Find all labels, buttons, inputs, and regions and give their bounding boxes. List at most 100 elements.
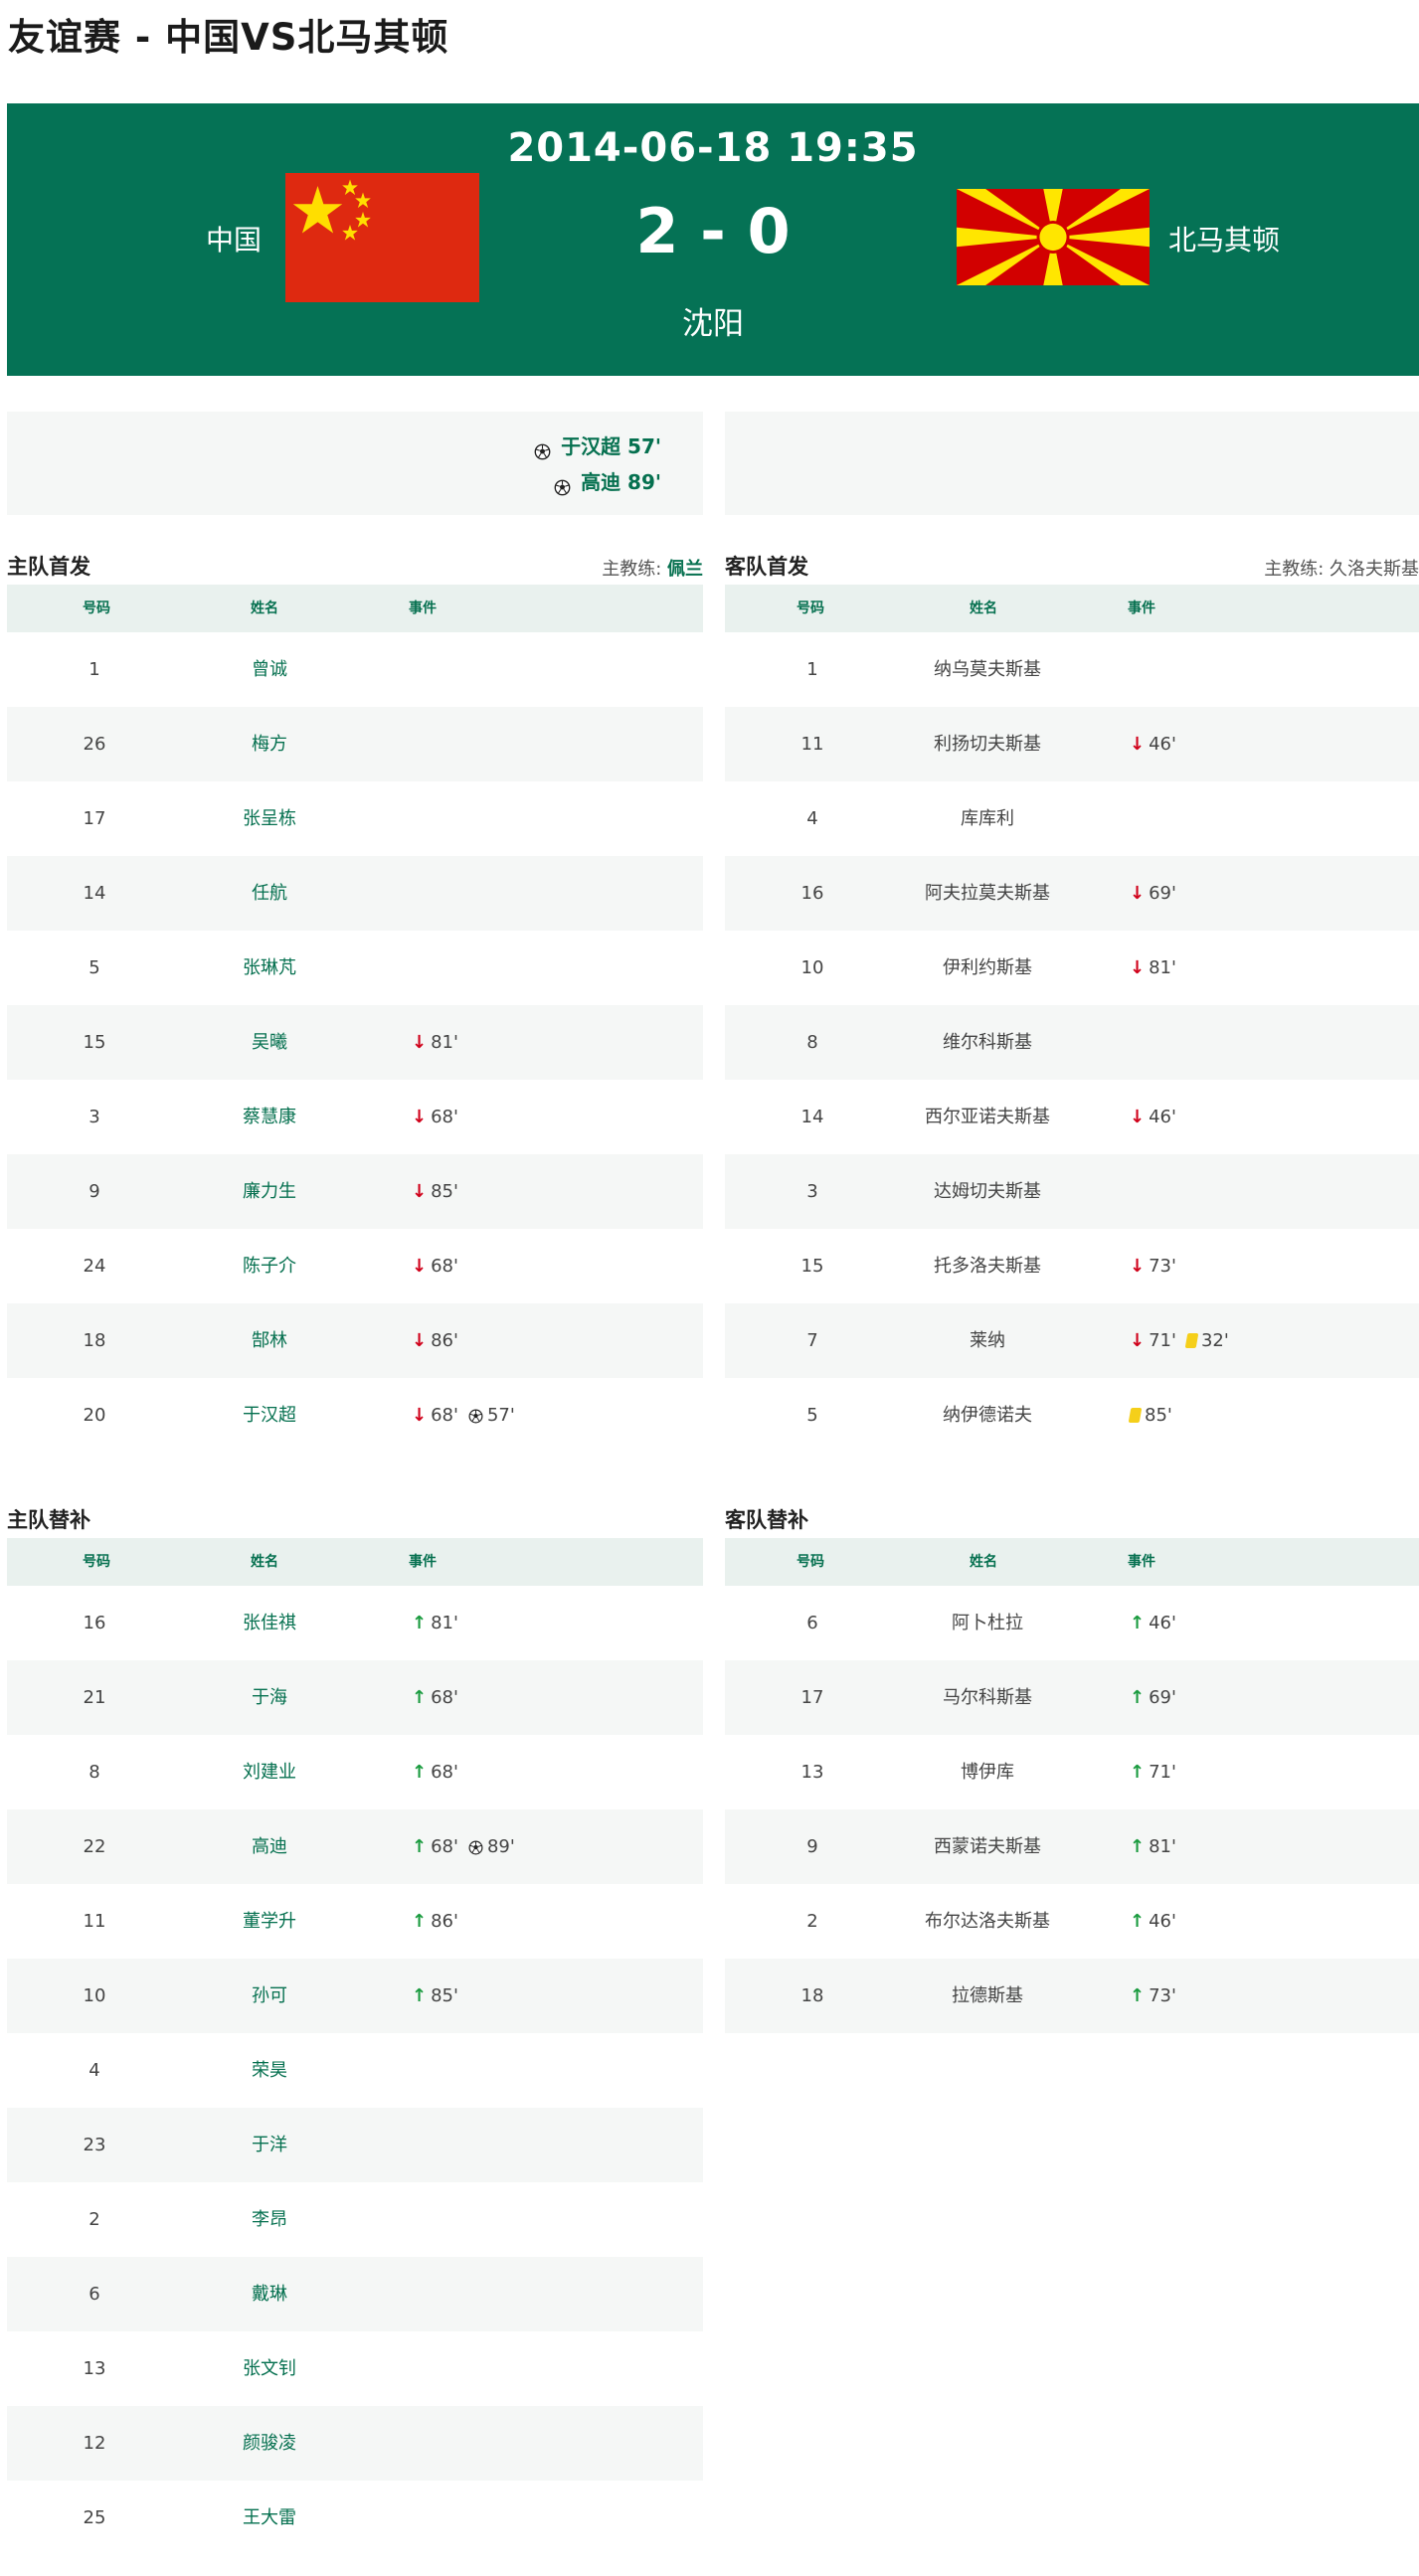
- player-row: 7 莱纳 ↓ 71' 32': [725, 1303, 1419, 1378]
- event-in: ↑ 68': [412, 1836, 458, 1857]
- player-number: 13: [800, 1762, 824, 1783]
- player-name[interactable]: 王大雷: [182, 2481, 357, 2555]
- player-row: 25 王大雷: [7, 2481, 703, 2555]
- player-name[interactable]: 于洋: [182, 2108, 357, 2182]
- sub-out-arrow-icon: ↓: [1130, 1256, 1146, 1277]
- event-in: ↑ 68': [412, 1762, 458, 1783]
- event-goal: 57': [468, 1405, 515, 1426]
- column-header-number: 号码: [83, 1554, 110, 1570]
- player-name[interactable]: 任航: [182, 856, 357, 931]
- table-header: 号码 姓名 事件: [725, 1538, 1419, 1586]
- table-header: 号码 姓名 事件: [7, 585, 703, 632]
- player-name[interactable]: 孙可: [182, 1959, 357, 2033]
- player-events: ↓ 81': [1130, 931, 1180, 1005]
- player-name[interactable]: 于海: [182, 1660, 357, 1735]
- player-number: 3: [806, 1181, 818, 1202]
- player-events: ↓ 46': [1130, 1080, 1180, 1154]
- player-row: 10 伊利约斯基 ↓ 81': [725, 931, 1419, 1005]
- player-name[interactable]: 廉力生: [182, 1154, 357, 1229]
- player-events: ↓ 71' 32': [1130, 1303, 1233, 1378]
- table-header: 号码 姓名 事件: [7, 1538, 703, 1586]
- player-name[interactable]: 戴琳: [182, 2257, 357, 2331]
- goal-scorer[interactable]: 于汉超 57': [561, 431, 661, 461]
- player-events: ↓ 69': [1130, 856, 1180, 931]
- player-name[interactable]: 张佳祺: [182, 1586, 357, 1660]
- player-name[interactable]: 吴曦: [182, 1005, 357, 1080]
- player-name[interactable]: 陈子介: [182, 1229, 357, 1303]
- player-number: 15: [83, 1032, 106, 1053]
- away-team-name[interactable]: 北马其顿: [1168, 219, 1280, 258]
- event-out: ↓ 81': [412, 1032, 458, 1053]
- player-name[interactable]: 曾诚: [182, 632, 357, 707]
- event-minute: 85': [1145, 1405, 1172, 1426]
- player-events: ↓ 68' 57': [412, 1378, 519, 1453]
- event-out: ↓ 71': [1130, 1330, 1176, 1351]
- coach-label: 主教练:: [602, 559, 667, 580]
- player-name[interactable]: 于汉超: [182, 1378, 357, 1453]
- sub-out-arrow-icon: ↓: [1130, 1107, 1146, 1127]
- player-number: 7: [806, 1330, 818, 1351]
- player-name[interactable]: 刘建业: [182, 1735, 357, 1809]
- player-number: 25: [83, 2507, 106, 2528]
- player-name[interactable]: 蔡慧康: [182, 1080, 357, 1154]
- north-macedonia-flag-icon: [957, 189, 1150, 285]
- event-in: ↑ 46': [1130, 1911, 1176, 1932]
- player-number: 18: [83, 1330, 106, 1351]
- event-in: ↑ 69': [1130, 1687, 1176, 1708]
- event-in: ↑ 81': [1130, 1836, 1176, 1857]
- player-row: 24 陈子介 ↓ 68': [7, 1229, 703, 1303]
- coach-name[interactable]: 佩兰: [667, 559, 703, 580]
- player-name[interactable]: 颜骏凌: [182, 2406, 357, 2481]
- event-out: ↓ 46': [1130, 734, 1176, 755]
- player-row: 8 刘建业 ↑ 68': [7, 1735, 703, 1809]
- player-events: ↑ 81': [412, 1586, 462, 1660]
- player-name[interactable]: 李昂: [182, 2182, 357, 2257]
- player-name: 莱纳: [970, 1330, 1005, 1351]
- player-name: 纳乌莫夫斯基: [934, 659, 1041, 680]
- event-minute: 68': [431, 1405, 458, 1426]
- goal-scorer[interactable]: 高迪 89': [581, 467, 661, 497]
- event-minute: 46': [1149, 734, 1176, 755]
- player-row: 23 于洋: [7, 2108, 703, 2182]
- event-out: ↓ 68': [412, 1107, 458, 1127]
- player-name[interactable]: 荣昊: [182, 2033, 357, 2108]
- player-name: 阿卜杜拉: [952, 1613, 1023, 1633]
- player-name[interactable]: 张呈栋: [182, 781, 357, 856]
- player-name: 伊利约斯基: [943, 957, 1032, 978]
- player-name[interactable]: 高迪: [182, 1809, 357, 1884]
- home-coach: 主教练: 佩兰: [602, 555, 703, 581]
- player-row: 9 廉力生 ↓ 85': [7, 1154, 703, 1229]
- sub-in-arrow-icon: ↑: [1130, 1762, 1146, 1783]
- event-minute: 32': [1200, 1330, 1229, 1351]
- player-number: 24: [83, 1256, 106, 1277]
- event-minute: 69': [1149, 883, 1176, 904]
- event-minute: 46': [1149, 1613, 1176, 1633]
- player-number: 26: [83, 734, 106, 755]
- player-number: 3: [89, 1107, 100, 1127]
- player-name[interactable]: 郜林: [182, 1303, 357, 1378]
- player-name[interactable]: 张文钊: [182, 2331, 357, 2406]
- player-row: 26 梅方: [7, 707, 703, 781]
- goal-entry: 于汉超 57': [534, 431, 661, 461]
- event-minute: 68': [431, 1256, 458, 1277]
- event-minute: 71': [1149, 1762, 1176, 1783]
- player-number: 16: [83, 1613, 106, 1633]
- coach-name: 久洛夫斯基: [1330, 559, 1419, 580]
- player-row: 3 蔡慧康 ↓ 68': [7, 1080, 703, 1154]
- column-header-events: 事件: [409, 1554, 437, 1570]
- player-events: ↑ 86': [412, 1884, 462, 1959]
- player-number: 16: [800, 883, 824, 904]
- event-in: ↑ 85': [412, 1985, 458, 2006]
- player-name: 博伊库: [961, 1762, 1014, 1783]
- sub-out-arrow-icon: ↓: [1130, 883, 1146, 904]
- player-row: 3 达姆切夫斯基: [725, 1154, 1419, 1229]
- player-name[interactable]: 张琳芃: [182, 931, 357, 1005]
- section-title: 主队替补: [7, 1508, 90, 1532]
- player-name[interactable]: 梅方: [182, 707, 357, 781]
- player-number: 5: [806, 1405, 818, 1426]
- column-header-number: 号码: [83, 601, 110, 616]
- player-name[interactable]: 董学升: [182, 1884, 357, 1959]
- player-events: ↑ 71': [1130, 1735, 1180, 1809]
- column-header-events: 事件: [409, 601, 437, 616]
- event-in: ↑ 81': [412, 1613, 458, 1633]
